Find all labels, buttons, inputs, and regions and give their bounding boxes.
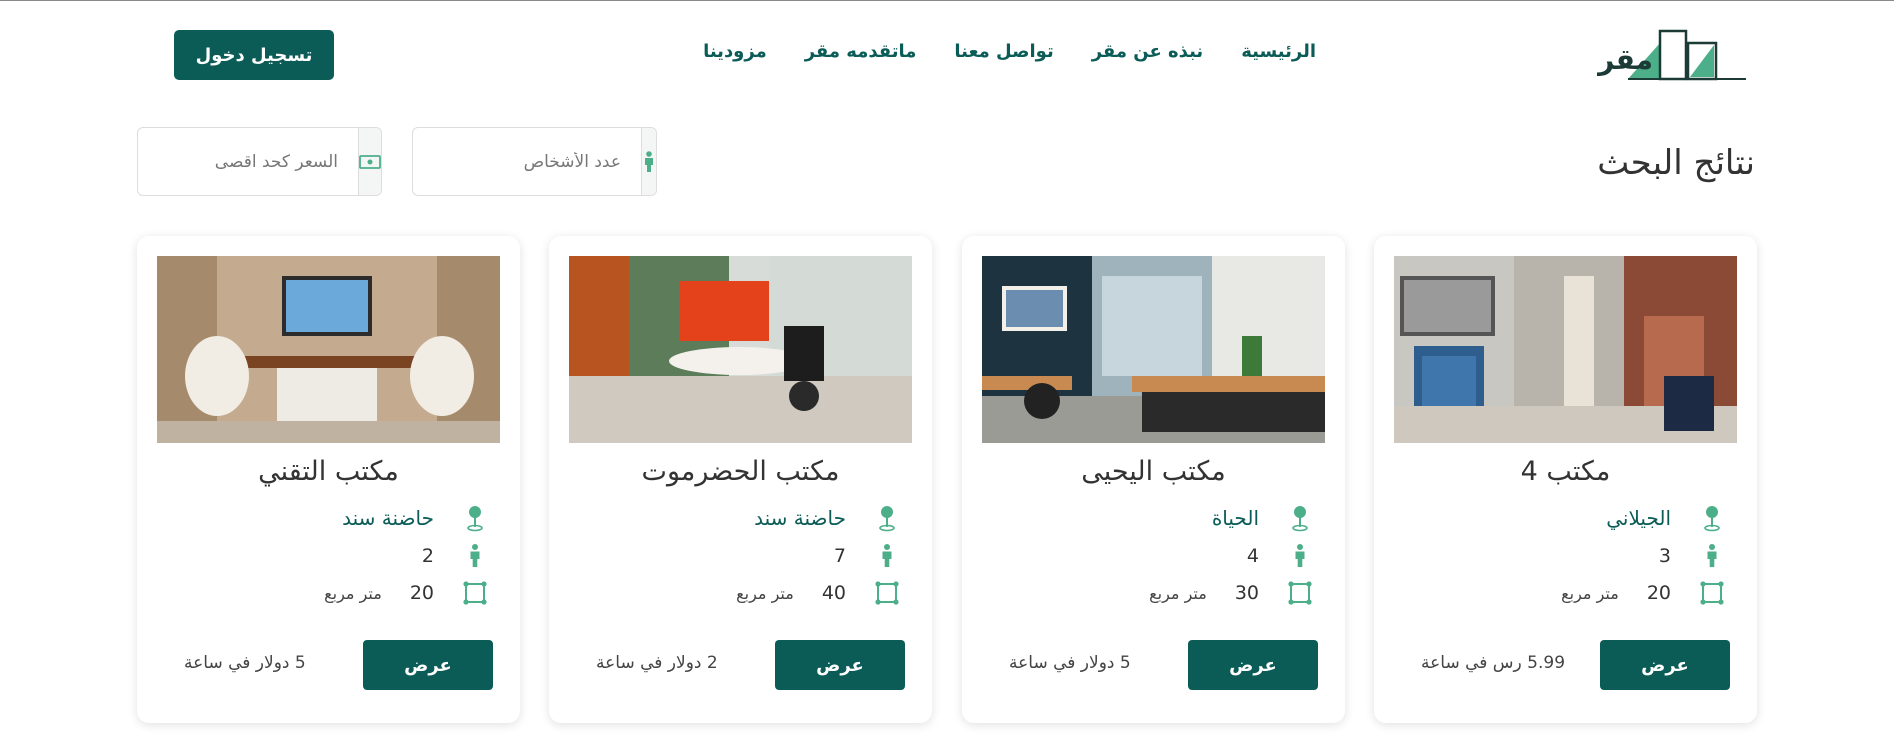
brand-logo[interactable]: مقر <box>1598 29 1748 81</box>
office-card: مكتب التقني حاضنة سند 2 20 متر مربع عرض … <box>137 236 520 723</box>
view-office-button[interactable]: عرض <box>1600 640 1730 690</box>
office-card: مكتب اليحيى الحياة 4 30 متر مربع عرض 5 د… <box>962 236 1345 723</box>
nav-services[interactable]: ماتقدمه مقر <box>805 41 917 62</box>
office-title: مكتب 4 <box>1520 456 1611 487</box>
capacity-row: 4 <box>1245 541 1315 571</box>
price-filter <box>137 127 382 196</box>
view-office-button[interactable]: عرض <box>1188 640 1318 690</box>
office-area: 20 <box>1646 582 1671 604</box>
office-area: 40 <box>821 582 846 604</box>
area-row: 20 متر مربع <box>324 578 490 608</box>
area-square-icon <box>1697 578 1727 608</box>
location-row: حاضنة سند <box>342 503 490 533</box>
area-unit: متر مربع <box>1149 583 1207 603</box>
area-square-icon <box>460 578 490 608</box>
office-price: 5.99 رس في ساعة <box>1421 653 1566 673</box>
money-icon <box>358 128 381 195</box>
area-row: 30 متر مربع <box>1149 578 1315 608</box>
area-unit: متر مربع <box>324 583 382 603</box>
capacity-row: 2 <box>420 541 490 571</box>
location-pin-icon <box>1285 503 1315 533</box>
area-row: 40 متر مربع <box>736 578 902 608</box>
nav-home[interactable]: الرئيسية <box>1241 41 1316 62</box>
results-grid: مكتب 4 الجيلاني 3 20 متر مربع عرض 5.99 ر… <box>137 236 1757 723</box>
location-pin-icon <box>1697 503 1727 533</box>
person-icon <box>460 541 490 571</box>
area-unit: متر مربع <box>1561 583 1619 603</box>
office-capacity: 3 <box>1658 545 1671 567</box>
office-location: حاضنة سند <box>754 506 846 530</box>
nav-about[interactable]: نبذه عن مقر <box>1092 41 1203 62</box>
people-count-input[interactable] <box>413 128 641 195</box>
office-area: 30 <box>1234 582 1259 604</box>
office-photo <box>1394 256 1737 443</box>
login-button[interactable]: تسجيل دخول <box>174 30 334 80</box>
people-filter <box>412 127 657 196</box>
location-row: الجيلاني <box>1606 503 1727 533</box>
view-office-button[interactable]: عرض <box>775 640 905 690</box>
location-pin-icon <box>460 503 490 533</box>
location-pin-icon <box>872 503 902 533</box>
max-price-input[interactable] <box>138 128 358 195</box>
area-row: 20 متر مربع <box>1561 578 1727 608</box>
brand-name: مقر <box>1598 43 1653 76</box>
office-capacity: 4 <box>1246 545 1259 567</box>
office-price: 5 دولار في ساعة <box>1009 653 1131 673</box>
office-photo <box>569 256 912 443</box>
office-title: مكتب التقني <box>258 456 399 487</box>
office-capacity: 7 <box>833 545 846 567</box>
capacity-row: 3 <box>1657 541 1727 571</box>
capacity-row: 7 <box>832 541 902 571</box>
office-photo <box>157 256 500 443</box>
person-icon <box>872 541 902 571</box>
nav-contact[interactable]: تواصل معنا <box>954 41 1053 62</box>
area-square-icon <box>872 578 902 608</box>
main-nav: الرئيسية نبذه عن مقر تواصل معنا ماتقدمه … <box>703 41 1316 62</box>
location-row: حاضنة سند <box>754 503 902 533</box>
location-row: الحياة <box>1212 503 1315 533</box>
office-capacity: 2 <box>421 545 434 567</box>
office-location: حاضنة سند <box>342 506 434 530</box>
page-title: نتائج البحث <box>1597 143 1755 183</box>
area-square-icon <box>1285 578 1315 608</box>
office-title: مكتب اليحيى <box>1081 456 1226 487</box>
office-location: الحياة <box>1211 506 1259 530</box>
person-icon <box>641 128 656 195</box>
nav-providers[interactable]: مزودينا <box>703 41 767 62</box>
office-card: مكتب 4 الجيلاني 3 20 متر مربع عرض 5.99 ر… <box>1374 236 1757 723</box>
area-unit: متر مربع <box>736 583 794 603</box>
person-icon <box>1285 541 1315 571</box>
person-icon <box>1697 541 1727 571</box>
office-card: مكتب الحضرموت حاضنة سند 7 40 متر مربع عر… <box>549 236 932 723</box>
office-photo <box>982 256 1325 443</box>
view-office-button[interactable]: عرض <box>363 640 493 690</box>
top-header: مقر الرئيسية نبذه عن مقر تواصل معنا ماتق… <box>0 1 1894 101</box>
office-price: 5 دولار في ساعة <box>184 653 306 673</box>
office-area: 20 <box>409 582 434 604</box>
office-title: مكتب الحضرموت <box>641 456 840 487</box>
office-price: 2 دولار في ساعة <box>596 653 718 673</box>
office-location: الجيلاني <box>1606 506 1671 530</box>
